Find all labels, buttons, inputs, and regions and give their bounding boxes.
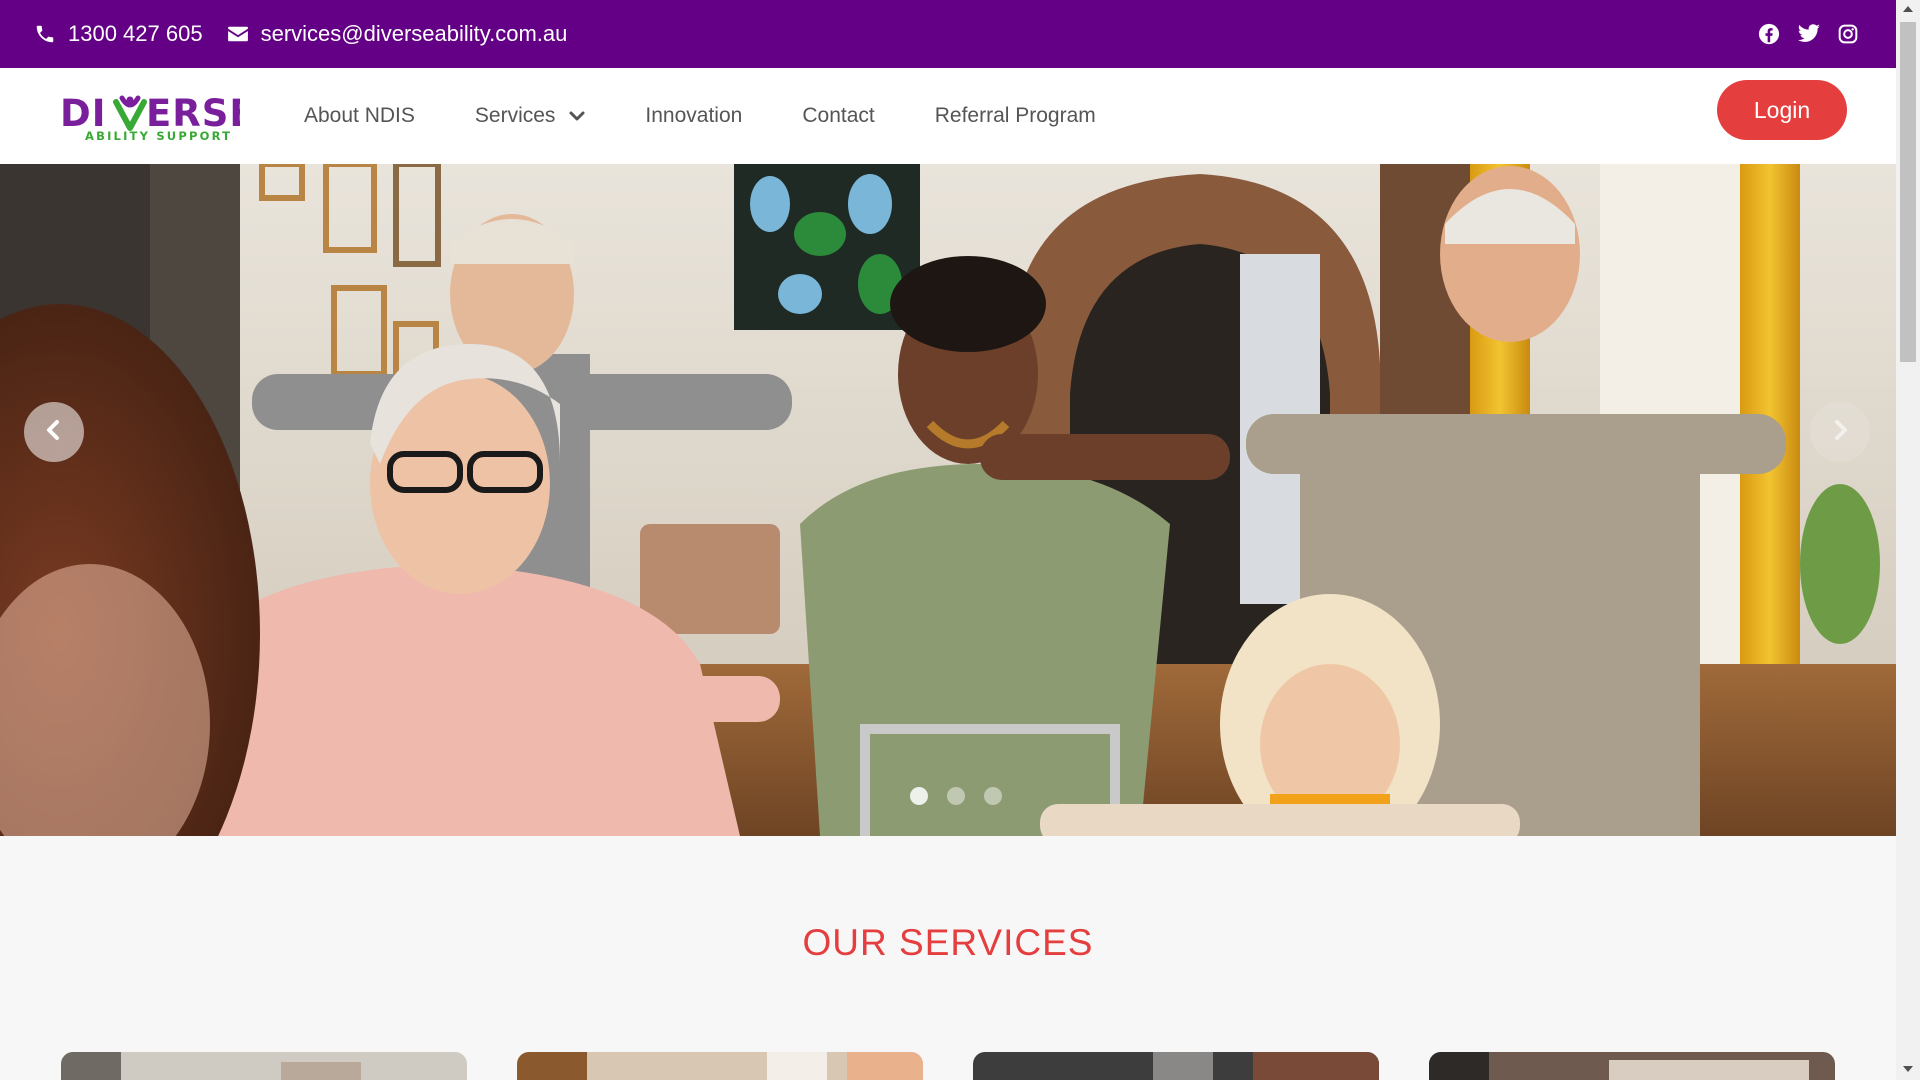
- top-contact-bar: 1300 427 605 services@diverseability.com…: [0, 0, 1896, 68]
- service-card-3[interactable]: [973, 1052, 1379, 1080]
- chevron-left-icon: [44, 419, 64, 446]
- nav-services-label: Services: [474, 104, 556, 127]
- carousel-indicators: [910, 787, 1002, 805]
- scroll-up-arrow-icon[interactable]: [1903, 6, 1913, 12]
- nav-referral-program-label: Referral Program: [934, 104, 1096, 127]
- nav-referral-program[interactable]: Referral Program: [935, 104, 1096, 128]
- hero-image: [0, 164, 1896, 836]
- service-card-4-image: [1429, 1052, 1835, 1080]
- service-card-2[interactable]: [517, 1052, 923, 1080]
- social-links: [1758, 23, 1858, 45]
- service-card-1-image: [61, 1052, 467, 1080]
- carousel-dot-3[interactable]: [984, 787, 1002, 805]
- chevron-right-icon: [1830, 419, 1850, 446]
- facebook-icon[interactable]: [1758, 23, 1780, 45]
- services-section: OUR SERVICES: [0, 836, 1896, 1080]
- scrollbar-thumb[interactable]: [1900, 22, 1916, 362]
- service-card-1[interactable]: [61, 1052, 467, 1080]
- nav-services[interactable]: Services: [475, 104, 586, 128]
- nav-about-ndis[interactable]: About NDIS: [304, 104, 415, 128]
- envelope-icon: [227, 25, 249, 43]
- logo-graphic: DI ERSE ABILITY SUPPORT: [60, 92, 255, 143]
- nav-innovation-label: Innovation: [645, 104, 743, 127]
- brand-logo[interactable]: DI ERSE ABILITY SUPPORT: [60, 90, 255, 143]
- svg-text:ABILITY SUPPORT: ABILITY SUPPORT: [85, 129, 232, 142]
- nav-about-ndis-label: About NDIS: [304, 104, 415, 127]
- nav-contact-label: Contact: [802, 104, 875, 127]
- instagram-icon[interactable]: [1838, 24, 1858, 44]
- services-heading: OUR SERVICES: [802, 922, 1094, 963]
- carousel-prev-button[interactable]: [24, 402, 84, 462]
- carousel-next-button[interactable]: [1810, 402, 1870, 462]
- service-card-4[interactable]: [1429, 1052, 1835, 1080]
- phone-number: 1300 427 605: [68, 21, 203, 46]
- carousel-dot-1[interactable]: [910, 787, 928, 805]
- scroll-down-arrow-icon[interactable]: [1903, 1066, 1913, 1072]
- phone-icon: [34, 23, 56, 45]
- hero-carousel: [0, 164, 1896, 836]
- twitter-icon[interactable]: [1797, 24, 1821, 44]
- email-link[interactable]: services@diverseability.com.au: [227, 21, 568, 47]
- service-card-2-image: [517, 1052, 923, 1080]
- login-button[interactable]: Login: [1717, 80, 1847, 140]
- service-card-3-image: [973, 1052, 1379, 1080]
- phone-link[interactable]: 1300 427 605: [34, 21, 203, 47]
- nav-contact[interactable]: Contact: [802, 104, 874, 128]
- main-navbar: DI ERSE ABILITY SUPPORT About NDIS Servi…: [0, 68, 1896, 164]
- nav-innovation[interactable]: Innovation: [645, 104, 742, 128]
- page-scrollbar[interactable]: [1896, 0, 1920, 1080]
- chevron-down-icon: [569, 104, 585, 128]
- contact-info: 1300 427 605 services@diverseability.com…: [34, 21, 591, 47]
- email-address: services@diverseability.com.au: [260, 21, 568, 46]
- carousel-dot-2[interactable]: [947, 787, 965, 805]
- primary-menu: About NDIS Services Innovation Contact R…: [304, 68, 1156, 164]
